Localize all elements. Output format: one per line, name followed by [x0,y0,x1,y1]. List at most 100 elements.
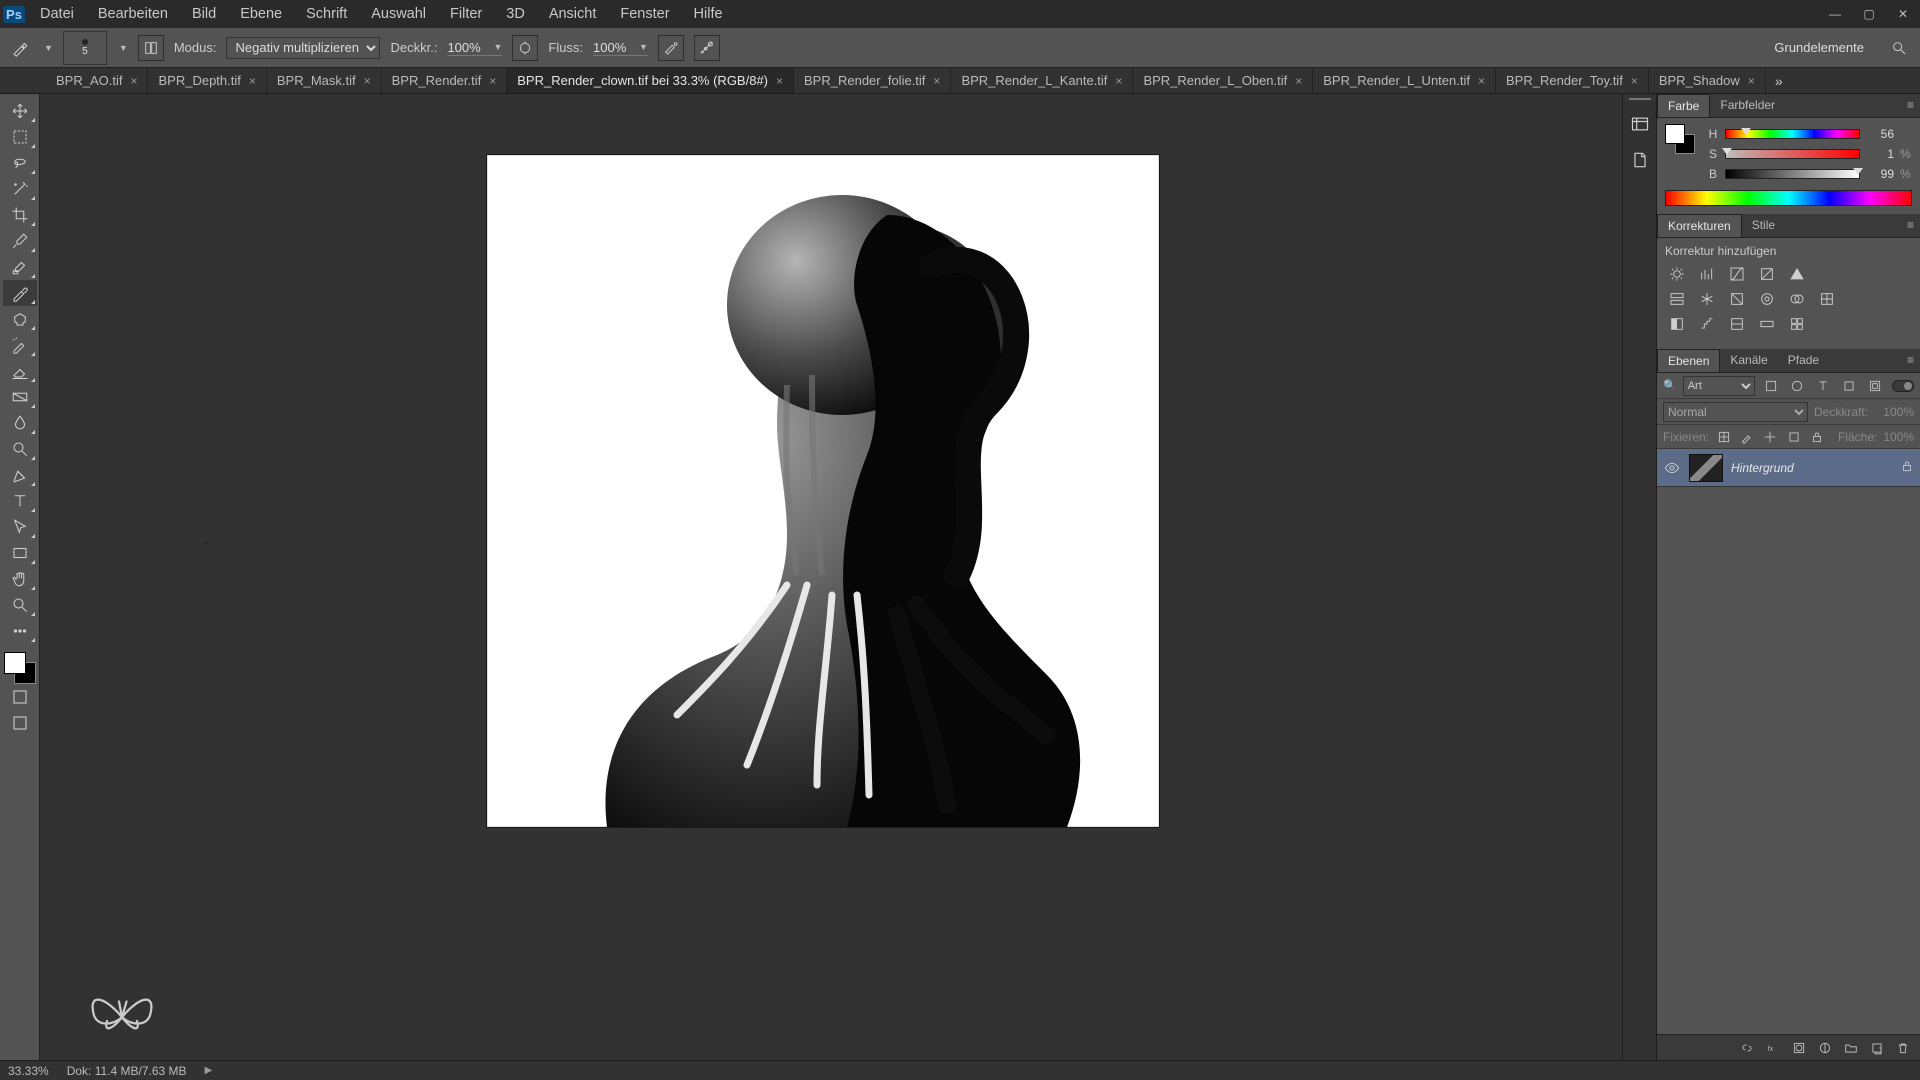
status-caret-icon[interactable]: ▶ [205,1065,213,1076]
document-tab[interactable]: BPR_Render_L_Unten.tif× [1313,68,1496,93]
layer-fx-icon[interactable]: fx [1764,1039,1782,1057]
size-pressure-toggle-icon[interactable] [694,35,720,61]
blur-tool[interactable] [3,410,37,436]
close-tab-icon[interactable]: × [1631,74,1638,88]
close-tab-icon[interactable]: × [1478,74,1485,88]
opacity-input-wrap[interactable]: ▼ [447,40,502,56]
tab-kanaele[interactable]: Kanäle [1720,349,1777,372]
color-swatch-pair[interactable] [1665,124,1695,154]
document-tab[interactable]: BPR_Render_L_Kante.tif× [951,68,1133,93]
filter-shape-icon[interactable] [1839,377,1859,395]
marquee-tool[interactable] [3,124,37,150]
layer-thumbnail[interactable] [1689,454,1723,482]
menu-bild[interactable]: Bild [180,2,228,26]
layer-visibility-icon[interactable] [1663,459,1681,477]
document-tab[interactable]: BPR_Render_folie.tif× [794,68,951,93]
move-tool[interactable] [3,98,37,124]
tab-pfade[interactable]: Pfade [1778,349,1829,372]
saturation-slider[interactable]: S 1 % [1707,144,1912,164]
layer-opacity-value[interactable]: 100% [1874,405,1914,419]
eraser-tool[interactable] [3,358,37,384]
rectangle-tool[interactable] [3,540,37,566]
flow-input-wrap[interactable]: ▼ [593,40,648,56]
document-tab[interactable]: BPR_AO.tif× [46,68,148,93]
close-tab-icon[interactable]: × [489,74,496,88]
close-tab-icon[interactable]: × [776,74,783,88]
new-layer-icon[interactable] [1868,1039,1886,1057]
tool-preset-caret-icon[interactable]: ▼ [44,43,53,53]
menu-schrift[interactable]: Schrift [294,2,359,26]
tab-korrekturen[interactable]: Korrekturen [1657,214,1742,237]
filter-pixel-icon[interactable] [1761,377,1781,395]
menu-fenster[interactable]: Fenster [608,2,681,26]
edit-toolbar[interactable] [3,618,37,644]
healing-brush-tool[interactable] [3,254,37,280]
adj-levels-icon[interactable] [1695,264,1719,284]
crop-tool[interactable] [3,202,37,228]
path-select-tool[interactable] [3,514,37,540]
type-tool[interactable] [3,488,37,514]
menu-3d[interactable]: 3D [494,2,537,26]
adj-colorlookup-icon[interactable] [1815,289,1839,309]
hand-tool[interactable] [3,566,37,592]
history-panel-icon[interactable] [1626,110,1654,138]
close-tab-icon[interactable]: × [249,74,256,88]
lock-transparency-icon[interactable] [1715,428,1732,446]
lock-pixels-icon[interactable] [1738,428,1755,446]
fill-value[interactable]: 100% [1883,430,1914,444]
adj-colorbal-icon[interactable] [1695,289,1719,309]
tab-farbe[interactable]: Farbe [1657,94,1710,117]
lasso-tool[interactable] [3,150,37,176]
filter-type-icon[interactable] [1813,377,1833,395]
lock-all-icon[interactable] [1809,428,1826,446]
document-tab[interactable]: BPR_Depth.tif× [148,68,266,93]
close-tab-icon[interactable]: × [1115,74,1122,88]
adj-exposure-icon[interactable] [1755,264,1779,284]
adj-photofilter-icon[interactable] [1755,289,1779,309]
layer-mask-icon[interactable] [1790,1039,1808,1057]
zoom-tool[interactable] [3,592,37,618]
adj-chanmix-icon[interactable] [1785,289,1809,309]
adj-selcolor-icon[interactable] [1785,314,1809,334]
layer-row[interactable]: Hintergrund [1657,449,1920,487]
dock-drag-handle-icon[interactable] [1629,98,1651,102]
close-tab-icon[interactable]: × [364,74,371,88]
layers-filter-kind-select[interactable]: Art [1683,376,1755,396]
panel-layers-menu-icon[interactable]: ≡ [1901,349,1920,372]
adj-bw-icon[interactable] [1725,289,1749,309]
eyedropper-tool[interactable] [3,228,37,254]
adj-curves-icon[interactable] [1725,264,1749,284]
adjustment-layer-icon[interactable] [1816,1039,1834,1057]
search-icon[interactable] [1886,35,1912,61]
pen-tool[interactable] [3,462,37,488]
layer-name[interactable]: Hintergrund [1731,461,1892,475]
close-button[interactable]: ✕ [1886,3,1920,25]
opacity-pressure-toggle-icon[interactable] [512,35,538,61]
menu-bearbeiten[interactable]: Bearbeiten [86,2,180,26]
document-tab[interactable]: BPR_Render_Toy.tif× [1496,68,1649,93]
brush-panel-toggle-icon[interactable] [138,35,164,61]
document-tab[interactable]: BPR_Render.tif× [382,68,508,93]
airbrush-toggle-icon[interactable] [658,35,684,61]
adj-hue-icon[interactable] [1665,289,1689,309]
flow-input[interactable] [593,40,637,55]
group-layer-icon[interactable] [1842,1039,1860,1057]
menu-hilfe[interactable]: Hilfe [682,2,735,26]
canvas-viewport[interactable] [40,94,1622,1060]
document-tab[interactable]: BPR_Mask.tif× [267,68,382,93]
close-tab-icon[interactable]: × [1295,74,1302,88]
document-tab[interactable]: BPR_Shadow× [1649,68,1766,93]
adj-gradmap-icon[interactable] [1755,314,1779,334]
dodge-tool[interactable] [3,436,37,462]
screen-mode-icon[interactable] [3,710,37,736]
document-tab[interactable]: BPR_Render_clown.tif bei 33.3% (RGB/8#)× [507,68,794,93]
foreground-background-swatches[interactable] [4,652,36,684]
maximize-button[interactable]: ▢ [1852,3,1886,25]
gradient-tool[interactable] [3,384,37,410]
clone-stamp-tool[interactable] [3,306,37,332]
quick-mask-icon[interactable] [3,684,37,710]
tab-ebenen[interactable]: Ebenen [1657,349,1720,372]
filter-toggle-switch[interactable] [1892,380,1914,392]
delete-layer-icon[interactable] [1894,1039,1912,1057]
brush-preset-picker[interactable]: 5 [63,31,107,65]
